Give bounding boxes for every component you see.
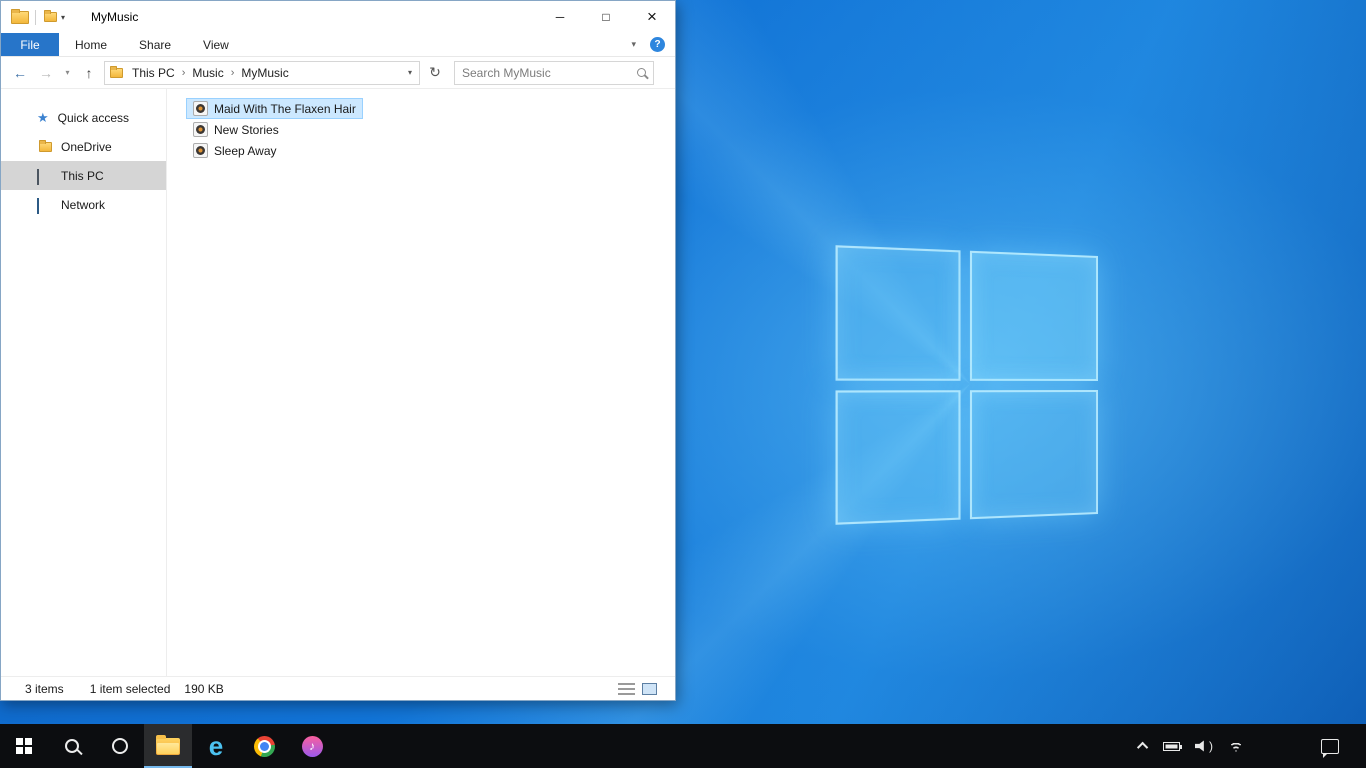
back-button[interactable]: ← bbox=[9, 61, 31, 85]
itunes-icon: ♪ bbox=[301, 735, 323, 757]
window-title: MyMusic bbox=[91, 10, 139, 24]
recent-locations-caret-icon[interactable]: ▾ bbox=[61, 61, 74, 85]
sidebar-item-label: This PC bbox=[61, 168, 104, 183]
expand-ribbon-icon[interactable]: ▾ bbox=[631, 39, 636, 50]
tab-home[interactable]: Home bbox=[59, 33, 123, 56]
maximize-button[interactable]: □ bbox=[583, 1, 629, 33]
search-input[interactable] bbox=[462, 65, 637, 80]
media-file-icon bbox=[193, 101, 208, 116]
ribbon-tab-bar: File Home Share View ▾ ? bbox=[1, 33, 675, 57]
navigation-bar: ← → ▾ ↑ This PC › Music › MyMusic ▾ ↻ bbox=[1, 57, 675, 89]
media-file-icon bbox=[193, 143, 208, 158]
file-row[interactable]: New Stories bbox=[186, 119, 286, 140]
breadcrumb-separator-icon: › bbox=[181, 66, 186, 79]
titlebar[interactable]: ▾ MyMusic ─ □ × bbox=[1, 1, 675, 33]
start-button[interactable] bbox=[0, 724, 48, 768]
taskbar: e ♪ ) bbox=[0, 724, 1366, 768]
system-tray: ) bbox=[1136, 724, 1244, 768]
tab-file[interactable]: File bbox=[1, 33, 59, 56]
taskbar-chrome-button[interactable] bbox=[240, 724, 288, 768]
search-icon bbox=[65, 739, 79, 753]
cortana-icon bbox=[112, 738, 128, 754]
tab-view[interactable]: View bbox=[187, 33, 245, 56]
sidebar-item-label: Network bbox=[61, 197, 106, 212]
taskbar-file-explorer-button[interactable] bbox=[144, 724, 192, 768]
sidebar-item-this-pc[interactable]: This PC bbox=[1, 161, 166, 190]
hidden-icons-chevron-icon[interactable] bbox=[1136, 741, 1149, 754]
caption-buttons: ─ □ × bbox=[537, 1, 675, 33]
file-explorer-icon bbox=[156, 734, 180, 755]
search-icon bbox=[637, 68, 646, 77]
details-view-icon[interactable] bbox=[618, 682, 635, 695]
close-button[interactable]: × bbox=[629, 1, 675, 33]
breadcrumb-music[interactable]: Music bbox=[190, 66, 225, 80]
file-name: Maid With The Flaxen Hair bbox=[214, 101, 356, 116]
window-body: ★ Quick access OneDrive This PC Network bbox=[1, 89, 675, 676]
quick-access-star-icon: ★ bbox=[37, 110, 49, 125]
titlebar-divider bbox=[35, 9, 36, 25]
file-row[interactable]: Sleep Away bbox=[186, 140, 284, 161]
selection-count: 1 item selected bbox=[89, 681, 171, 696]
media-file-icon bbox=[193, 122, 208, 137]
file-name: Sleep Away bbox=[214, 143, 277, 158]
address-folder-icon bbox=[110, 65, 123, 78]
chrome-icon bbox=[253, 735, 275, 757]
windows-logo-pane bbox=[969, 389, 1098, 520]
file-list: Maid With The Flaxen Hair New Stories Sl… bbox=[167, 89, 675, 676]
cortana-button[interactable] bbox=[96, 724, 144, 768]
status-bar: 3 items 1 item selected 190 KB bbox=[1, 676, 675, 700]
volume-icon[interactable]: ) bbox=[1195, 739, 1213, 753]
network-icon bbox=[37, 197, 52, 214]
sidebar-item-network[interactable]: Network bbox=[1, 190, 166, 219]
sidebar-item-quick-access[interactable]: ★ Quick access bbox=[1, 103, 166, 132]
onedrive-folder-icon bbox=[39, 139, 52, 152]
windows-logo-pane bbox=[835, 389, 961, 525]
windows-logo-pane bbox=[835, 245, 961, 381]
sidebar-item-onedrive[interactable]: OneDrive bbox=[1, 132, 166, 161]
app-folder-icon bbox=[11, 8, 29, 24]
breadcrumb-this-pc[interactable]: This PC bbox=[130, 66, 177, 80]
windows-logo-pane bbox=[969, 250, 1098, 381]
ribbon-right-controls: ▾ ? bbox=[631, 33, 675, 56]
selection-size: 190 KB bbox=[184, 681, 224, 696]
quick-access-toolbar-icon[interactable] bbox=[44, 10, 57, 22]
taskbar-internet-explorer-button[interactable]: e bbox=[192, 724, 240, 768]
taskbar-search-button[interactable] bbox=[48, 724, 96, 768]
file-explorer-window: ▾ MyMusic ─ □ × File Home Share View ▾ ?… bbox=[0, 0, 676, 701]
file-row[interactable]: Maid With The Flaxen Hair bbox=[186, 98, 363, 119]
help-icon[interactable]: ? bbox=[650, 37, 665, 52]
windows-start-icon bbox=[16, 738, 32, 754]
up-button[interactable]: ↑ bbox=[78, 61, 100, 85]
sidebar-item-label: OneDrive bbox=[61, 139, 112, 154]
action-center-icon bbox=[1321, 738, 1339, 758]
windows-logo bbox=[835, 245, 1098, 525]
large-icons-view-icon[interactable] bbox=[642, 682, 657, 695]
breadcrumb-separator-icon: › bbox=[230, 66, 235, 79]
navigation-pane: ★ Quick access OneDrive This PC Network bbox=[1, 89, 167, 676]
search-box bbox=[454, 60, 654, 85]
desktop: ▾ MyMusic ─ □ × File Home Share View ▾ ?… bbox=[0, 0, 1366, 768]
sidebar-item-label: Quick access bbox=[57, 110, 130, 125]
taskbar-itunes-button[interactable]: ♪ bbox=[288, 724, 336, 768]
address-bar[interactable]: This PC › Music › MyMusic ▾ bbox=[104, 60, 420, 85]
view-toggles bbox=[618, 682, 665, 695]
minimize-button[interactable]: ─ bbox=[537, 1, 583, 33]
action-center-button[interactable] bbox=[1308, 724, 1352, 768]
wifi-icon[interactable] bbox=[1228, 740, 1244, 752]
refresh-button[interactable]: ↻ bbox=[424, 61, 446, 85]
internet-explorer-icon: e bbox=[208, 731, 224, 761]
file-name: New Stories bbox=[214, 122, 279, 137]
forward-button[interactable]: → bbox=[35, 61, 57, 85]
address-dropdown-icon[interactable]: ▾ bbox=[408, 68, 414, 77]
items-count: 3 items bbox=[25, 681, 64, 696]
breadcrumb-mymusic[interactable]: MyMusic bbox=[239, 66, 290, 80]
this-pc-icon bbox=[37, 168, 52, 185]
tab-share[interactable]: Share bbox=[123, 33, 187, 56]
battery-icon[interactable] bbox=[1163, 741, 1182, 751]
quick-access-toolbar-caret-icon[interactable]: ▾ bbox=[61, 13, 65, 22]
